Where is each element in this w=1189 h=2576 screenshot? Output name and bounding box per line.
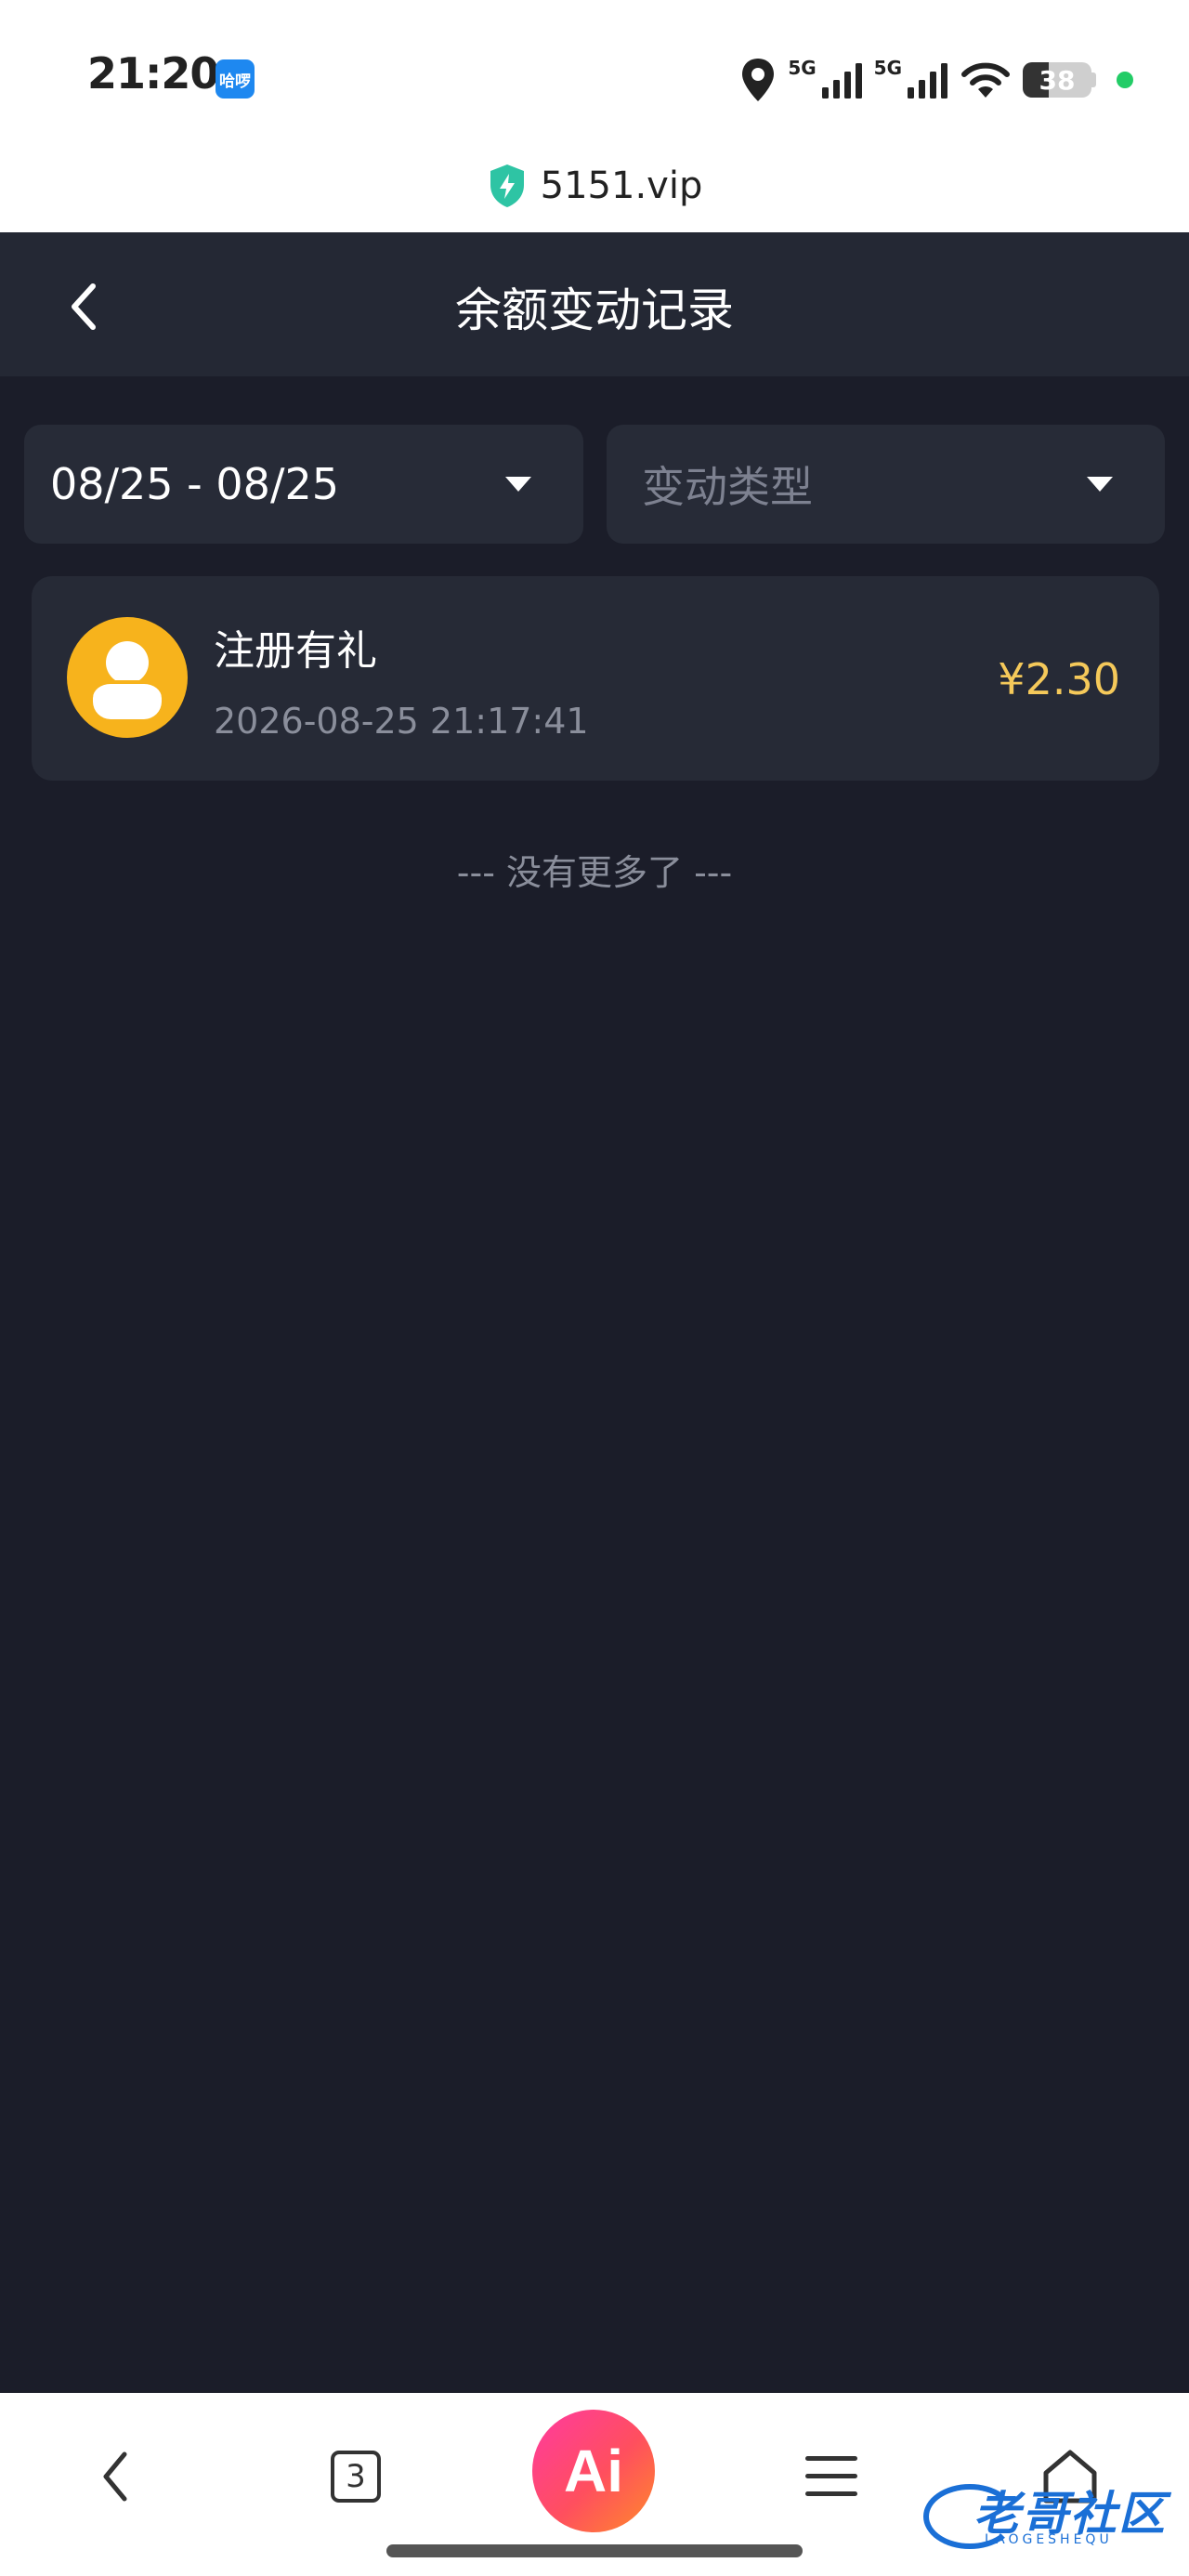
caret-down-icon bbox=[1087, 477, 1113, 492]
record-amount: ¥2.30 bbox=[998, 654, 1120, 704]
change-type-select[interactable]: 变动类型 bbox=[607, 425, 1165, 544]
watermark-subtext: LAOGESHEQU bbox=[985, 2532, 1113, 2547]
url-bar[interactable]: 5151.vip bbox=[0, 139, 1189, 232]
status-bar: 21:20 哈啰 5G 5G 38 bbox=[0, 0, 1189, 139]
url-domain: 5151.vip bbox=[540, 164, 703, 207]
date-range-value: 08/25 - 08/25 bbox=[50, 459, 339, 509]
change-type-placeholder: 变动类型 bbox=[642, 462, 813, 512]
wifi-icon bbox=[961, 62, 1010, 98]
network-type-label: 5G bbox=[873, 57, 902, 79]
user-avatar-icon bbox=[67, 617, 188, 738]
page-header: 余额变动记录 bbox=[0, 232, 1189, 376]
record-title: 注册有礼 bbox=[214, 627, 377, 675]
cell-signal-icon bbox=[821, 63, 862, 99]
page-title: 余额变动记录 bbox=[455, 283, 734, 337]
list-end-text: --- 没有更多了 --- bbox=[456, 852, 733, 893]
browser-bottom-bar: 3 Ai 老哥社区 LAOGESHEQU bbox=[0, 2393, 1189, 2576]
browser-tabs-button[interactable]: 3 bbox=[309, 2430, 402, 2523]
date-range-select[interactable]: 08/25 - 08/25 bbox=[24, 425, 583, 544]
battery-level: 38 bbox=[1039, 64, 1076, 96]
gesture-home-indicator[interactable] bbox=[386, 2544, 803, 2557]
network-type-label: 5G bbox=[788, 57, 817, 79]
caret-down-icon bbox=[505, 477, 531, 492]
shield-bolt-icon bbox=[490, 164, 524, 207]
hamburger-menu-icon bbox=[805, 2456, 857, 2496]
status-time: 21:20 bbox=[87, 48, 219, 99]
browser-menu-button[interactable] bbox=[785, 2430, 878, 2523]
tab-count: 3 bbox=[331, 2451, 381, 2503]
cell-signal-icon bbox=[908, 63, 947, 99]
location-pin-icon bbox=[742, 59, 775, 101]
chevron-left-icon bbox=[103, 2451, 127, 2502]
browser-back-button[interactable] bbox=[69, 2430, 162, 2523]
record-time: 2026-08-25 21:17:41 bbox=[214, 701, 589, 742]
hellobike-notification-icon: 哈啰 bbox=[216, 59, 255, 99]
home-icon bbox=[1043, 2450, 1097, 2504]
privacy-indicator-dot bbox=[1117, 72, 1133, 88]
ai-assistant-button[interactable]: Ai bbox=[532, 2410, 655, 2532]
battery-cap bbox=[1091, 72, 1096, 87]
status-indicators: 5G 5G 38 bbox=[739, 52, 1133, 108]
battery-indicator: 38 bbox=[1023, 62, 1091, 98]
browser-home-button[interactable] bbox=[1024, 2430, 1117, 2523]
balance-record-item[interactable]: 注册有礼 2026-08-25 21:17:41 ¥2.30 bbox=[32, 576, 1159, 781]
